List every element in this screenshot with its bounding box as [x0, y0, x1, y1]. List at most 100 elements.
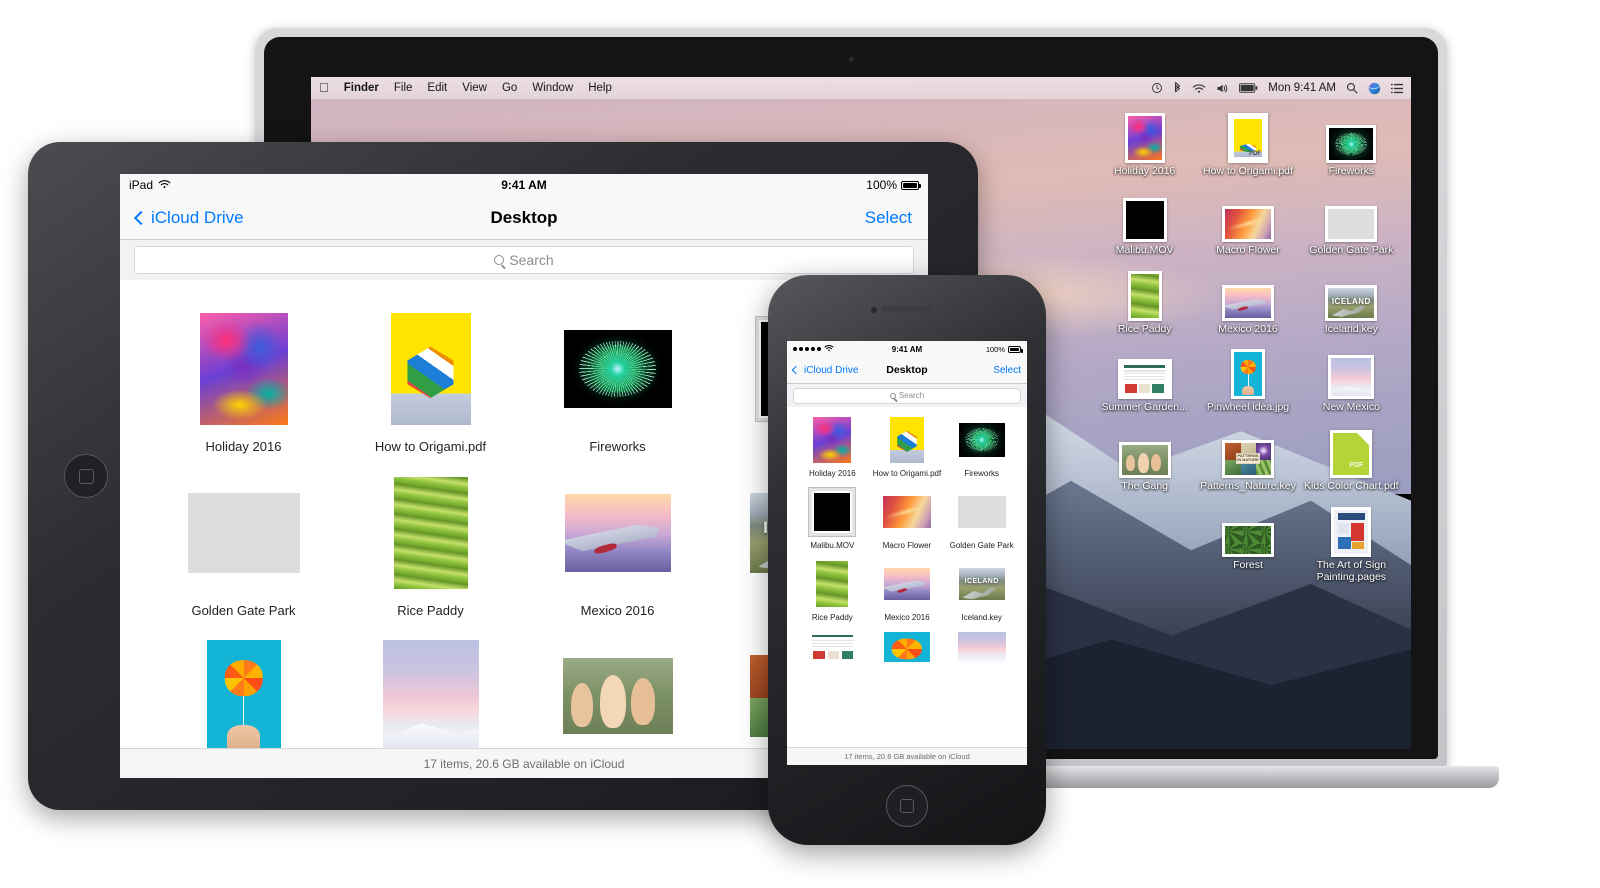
- desktop-icon-golden-gate-park[interactable]: Golden Gate Park: [1300, 186, 1403, 257]
- ipad-home-button[interactable]: [64, 454, 108, 498]
- desktop-icon-forest[interactable]: Forest: [1196, 501, 1299, 584]
- desktop-icon-mexico-2016[interactable]: Mexico 2016: [1196, 265, 1299, 336]
- thumbnail-image: [390, 313, 471, 425]
- desktop-icon-fireworks[interactable]: Fireworks: [1300, 107, 1403, 178]
- desktop-icon-kids-color-chart-pdf[interactable]: PDF Kids Color Chart.pdf: [1300, 422, 1403, 493]
- desktop-icon-grid: Holiday 2016 PDF How to Origami.pdf Fire…: [1093, 107, 1403, 583]
- back-button[interactable]: iCloud Drive: [133, 208, 244, 228]
- wifi-icon[interactable]: [1192, 83, 1206, 94]
- search-input[interactable]: Search: [793, 387, 1021, 404]
- select-button[interactable]: Select: [865, 208, 912, 228]
- thumbnail-wrap: [958, 416, 1005, 464]
- search-icon: [889, 392, 896, 399]
- file-item-rice-paddy[interactable]: Rice Paddy: [337, 473, 524, 619]
- thumbnail-image: [1325, 205, 1378, 242]
- notification-center-icon[interactable]: [1391, 83, 1403, 94]
- search-input[interactable]: Search: [134, 246, 914, 274]
- thumbnail-wrap: [1118, 422, 1171, 478]
- pages-document-icon: [1331, 506, 1372, 557]
- battery-icon[interactable]: [1239, 83, 1258, 93]
- file-label: How to Origami.pdf: [374, 439, 487, 454]
- iphone-home-button[interactable]: [886, 785, 928, 827]
- file-item-how-to-origami-pdf[interactable]: How to Origami.pdf: [337, 309, 524, 455]
- desktop-icon-label: The Art of Sign Painting.pages: [1316, 558, 1387, 583]
- select-button[interactable]: Select: [993, 365, 1021, 376]
- thumbnail-wrap: [393, 473, 468, 593]
- volume-icon[interactable]: [1216, 83, 1229, 94]
- file-label: Macro Flower: [882, 541, 932, 550]
- desktop-icon-label: Malibu.MOV: [1115, 243, 1174, 256]
- file-item-rice-paddy[interactable]: Rice Paddy: [795, 560, 870, 623]
- thumbnail-image: [1118, 442, 1171, 478]
- file-item-holiday-2016[interactable]: Holiday 2016: [150, 309, 337, 455]
- thumbnail-image: [562, 658, 673, 735]
- siri-icon[interactable]: [1368, 82, 1381, 95]
- desktop-icon-new-mexico[interactable]: New Mexico: [1300, 343, 1403, 414]
- file-item-malibu-mov[interactable]: Malibu.MOV: [795, 488, 870, 551]
- iphone-search-bar: Search: [787, 384, 1027, 407]
- desktop-icon-label: Forest: [1233, 558, 1263, 571]
- pdf-document-icon: PDF: [1330, 430, 1373, 478]
- desktop-icon-rice-paddy[interactable]: Rice Paddy: [1093, 265, 1196, 336]
- desktop-icon-malibu-mov[interactable]: Malibu.MOV: [1093, 186, 1196, 257]
- menu-finder[interactable]: Finder: [344, 82, 379, 94]
- file-item-iceland-key[interactable]: ICELAND Iceland.key: [944, 560, 1019, 623]
- file-item-holiday-2016[interactable]: Holiday 2016: [795, 416, 870, 479]
- file-item-pinwheel-partial[interactable]: [870, 632, 945, 662]
- thumbnail-wrap: [1230, 343, 1265, 400]
- desktop-icon-label: The Gang: [1121, 480, 1169, 492]
- desktop-icon-patterns-nature-key[interactable]: PATTERNS IN NATURE Patterns_Nature.key: [1196, 422, 1299, 493]
- file-item-golden-gate-park[interactable]: Golden Gate Park: [150, 473, 337, 619]
- desktop-icon-holiday-2016[interactable]: Holiday 2016: [1093, 107, 1196, 178]
- file-item-golden-gate-park[interactable]: Golden Gate Park: [944, 488, 1019, 551]
- macos-menubar[interactable]:  Finder File Edit View Go Window Help: [311, 77, 1411, 99]
- desktop-icon-label: Iceland.key: [1324, 322, 1378, 335]
- file-item-new-mexico-partial[interactable]: [944, 632, 1019, 662]
- desktop-icon-pinwheel-idea-jpg[interactable]: Pinwheel idea.jpg: [1196, 343, 1299, 414]
- bluetooth-icon[interactable]: [1173, 81, 1182, 95]
- menu-file[interactable]: File: [394, 82, 413, 94]
- desktop-icon-label: How to Origami.pdf: [1203, 165, 1293, 177]
- menu-window[interactable]: Window: [532, 82, 573, 94]
- thumbnail-wrap: ICELAND: [1325, 265, 1378, 321]
- search-placeholder: Search: [509, 252, 554, 268]
- thumbnail-image: [1221, 522, 1274, 557]
- spotlight-search-icon[interactable]: [1346, 82, 1358, 94]
- back-button[interactable]: iCloud Drive: [791, 365, 858, 376]
- menu-go[interactable]: Go: [502, 82, 517, 94]
- thumbnail-image: PATTERNS IN NATURE: [1221, 440, 1274, 478]
- menu-edit[interactable]: Edit: [427, 82, 447, 94]
- thumbnail-image: [382, 640, 479, 753]
- file-item-fireworks[interactable]: Fireworks: [944, 416, 1019, 479]
- file-item-macro-flower[interactable]: Macro Flower: [870, 488, 945, 551]
- file-label: Holiday 2016: [808, 469, 856, 478]
- thumbnail-wrap: [1221, 265, 1274, 321]
- menu-view[interactable]: View: [462, 82, 487, 94]
- apple-icon[interactable]: : [319, 81, 329, 94]
- desktop-icon-summer-garden[interactable]: Summer Garden...: [1093, 343, 1196, 414]
- desktop-icon-how-to-origami-pdf[interactable]: PDF How to Origami.pdf: [1196, 107, 1299, 178]
- desktop-icon-the-gang[interactable]: The Gang: [1093, 422, 1196, 493]
- time-machine-icon[interactable]: [1151, 82, 1163, 94]
- desktop-icon-label: Mexico 2016: [1218, 322, 1278, 335]
- file-item-mexico-2016[interactable]: Mexico 2016: [870, 560, 945, 623]
- thumbnail-wrap: [883, 632, 930, 662]
- thumbnail-wrap: [382, 636, 479, 756]
- thumbnail-wrap: [816, 560, 849, 608]
- file-item-mexico-2016[interactable]: Mexico 2016: [524, 473, 711, 619]
- file-item-how-to-origami-pdf[interactable]: How to Origami.pdf: [870, 416, 945, 479]
- menubar-clock[interactable]: Mon 9:41 AM: [1268, 82, 1336, 94]
- menu-help[interactable]: Help: [588, 82, 612, 94]
- thumbnail-wrap: [882, 488, 931, 536]
- file-item-fireworks[interactable]: Fireworks: [524, 309, 711, 455]
- desktop-icon-macro-flower[interactable]: Macro Flower: [1196, 186, 1299, 257]
- thumbnail-image: [808, 632, 857, 662]
- iphone-screen: 9:41 AM 100% iCloud Drive Desktop Select…: [787, 341, 1027, 765]
- file-item-summer-garden-partial[interactable]: [795, 632, 870, 662]
- menubar-status-area: Mon 9:41 AM: [1151, 81, 1403, 95]
- status-right: 100%: [866, 178, 921, 192]
- desktop-icon-the-art-of-sign-painting-pages[interactable]: The Art of Sign Painting.pages: [1300, 501, 1403, 584]
- desktop-icon-iceland-key[interactable]: ICELAND Iceland.key: [1300, 265, 1403, 336]
- file-label: Rice Paddy: [397, 602, 464, 618]
- patterns-overlay-text: PATTERNS IN NATURE: [1236, 452, 1260, 465]
